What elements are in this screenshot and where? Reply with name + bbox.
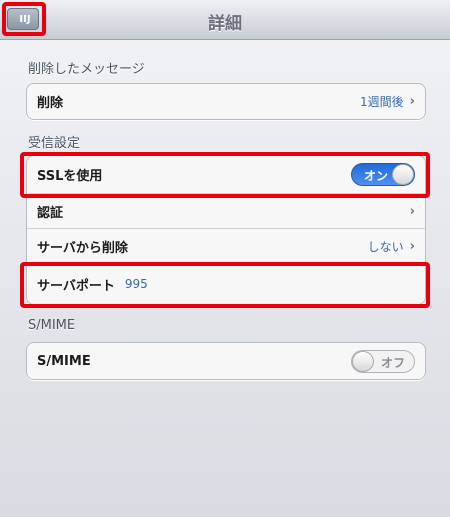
ssl-toggle[interactable]: オン — [351, 163, 415, 186]
section-header-smime: S/MIME — [28, 318, 76, 333]
row-delete-from-server[interactable]: サーバから削除 しない › — [27, 229, 425, 264]
row-auth-label: 認証 — [37, 205, 64, 221]
section-header-deleted: 削除したメッセージ — [28, 62, 145, 77]
group-smime: S/MIME オフ — [26, 342, 426, 380]
chevron-right-icon: › — [409, 238, 415, 254]
row-delete-from-server-value: しない — [367, 239, 404, 254]
row-auth[interactable]: 認証 › — [27, 194, 425, 229]
row-server-port[interactable]: サーバポート 995 — [27, 264, 425, 304]
row-delete-label: 削除 — [37, 96, 64, 111]
row-ssl: SSLを使用 オン — [27, 156, 425, 194]
section-header-incoming: 受信設定 — [28, 136, 81, 151]
row-delete[interactable]: 削除 1週間後 › — [27, 84, 425, 119]
server-port-field[interactable]: 995 — [125, 277, 148, 291]
row-server-port-label: サーバポート — [37, 278, 115, 294]
chevron-right-icon: › — [409, 203, 415, 219]
group-deleted: 削除 1週間後 › — [26, 83, 426, 120]
row-smime: S/MIME オフ — [27, 343, 425, 379]
row-ssl-label: SSLを使用 — [37, 169, 103, 184]
settings-content: 削除したメッセージ 削除 1週間後 › 受信設定 SSLを使用 オン 認証 › … — [0, 40, 450, 517]
group-incoming: SSLを使用 オン 認証 › サーバから削除 しない › サーバポート 995 — [26, 155, 426, 305]
chevron-right-icon: › — [409, 94, 415, 109]
page-title: 詳細 — [208, 14, 242, 34]
row-delete-value: 1週間後 — [360, 95, 404, 109]
smime-toggle-label: オフ — [380, 355, 405, 370]
ssl-toggle-label: オン — [364, 169, 389, 183]
toggle-knob — [392, 164, 414, 185]
toggle-knob — [352, 350, 374, 372]
row-smime-label: S/MIME — [37, 353, 91, 369]
navigation-bar: IIJ 詳細 — [0, 0, 450, 40]
smime-toggle[interactable]: オフ — [351, 349, 415, 373]
row-delete-from-server-label: サーバから削除 — [37, 240, 128, 256]
